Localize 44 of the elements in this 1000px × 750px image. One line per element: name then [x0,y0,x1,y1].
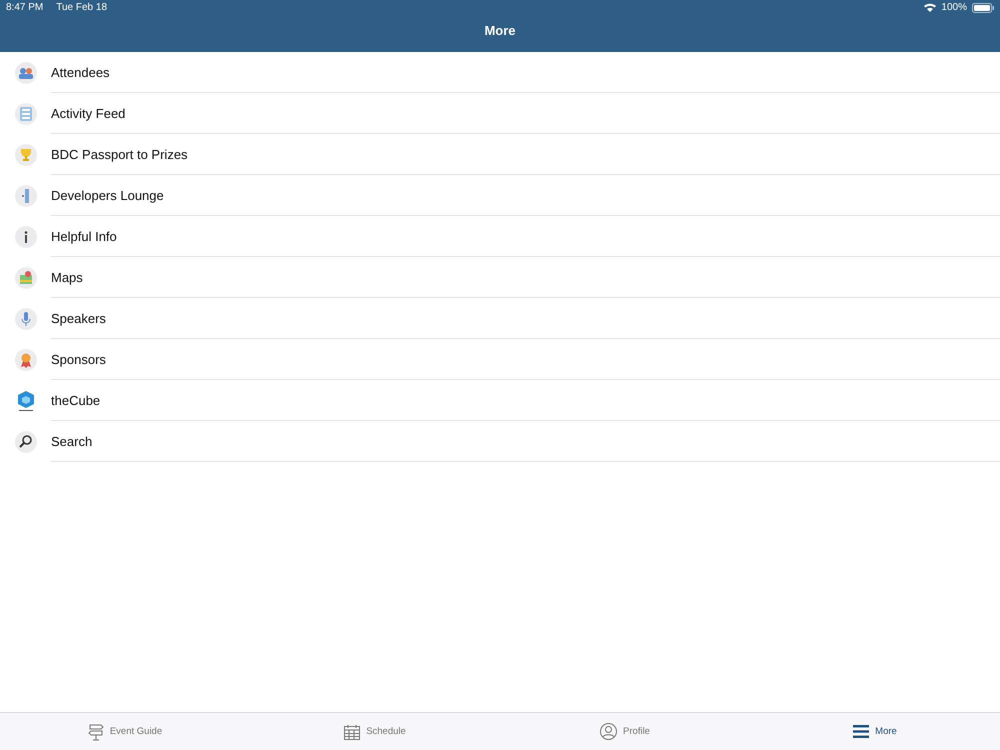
battery-icon [972,2,994,12]
menu-item-label: BDC Passport to Prizes [51,146,188,162]
menu-item[interactable]: theCube [0,380,1000,421]
menu-item-label: Sponsors [51,352,106,366]
menu-item[interactable]: Maps [0,257,1000,298]
cube-icon [15,390,37,412]
ribbon-icon [15,348,37,370]
menu-item[interactable]: Speakers [0,298,1000,339]
menu-item[interactable]: Helpful Info [0,216,1000,257]
map-icon [15,266,37,288]
menu-item[interactable]: Attendees [0,52,1000,93]
menu-item-label: Helpful Info [51,228,117,244]
tab[interactable]: Profile [500,713,750,750]
menu-item-label: Speakers [51,310,106,326]
calendar-icon [344,724,360,740]
person-icon [600,723,618,740]
menu-item-label: Maps [51,270,83,284]
wifi-icon [924,3,936,12]
trophy-icon [15,144,37,166]
status-date: Tue Feb 18 [56,2,108,13]
microphone-icon [15,308,37,330]
menu-icon [853,725,870,738]
menu-item-label: Search [51,434,92,448]
signpost-icon [88,722,104,740]
menu-item[interactable]: BDC Passport to Prizes [0,134,1000,175]
menu-item-label: Attendees [51,64,110,80]
menu-item-label: theCube [51,392,100,408]
menu-item[interactable]: Developers Lounge [0,175,1000,216]
search-icon [15,430,37,452]
list-icon [15,102,37,124]
menu-item[interactable]: Search [0,421,1000,462]
nav-title: More [483,23,517,38]
menu-item-label: Developers Lounge [51,188,164,202]
tab[interactable]: Event Guide [0,713,250,750]
tab[interactable]: More [750,713,1000,750]
status-time: 8:47 PM [6,2,44,13]
battery-percent: 100% [941,2,967,13]
info-icon [15,226,37,248]
tab[interactable]: Schedule [250,713,500,750]
menu-item[interactable]: Sponsors [0,339,1000,380]
people-icon [15,62,37,84]
menu-item-label: Activity Feed [51,106,126,120]
door-icon [15,184,37,206]
menu-item[interactable]: Activity Feed [0,93,1000,134]
